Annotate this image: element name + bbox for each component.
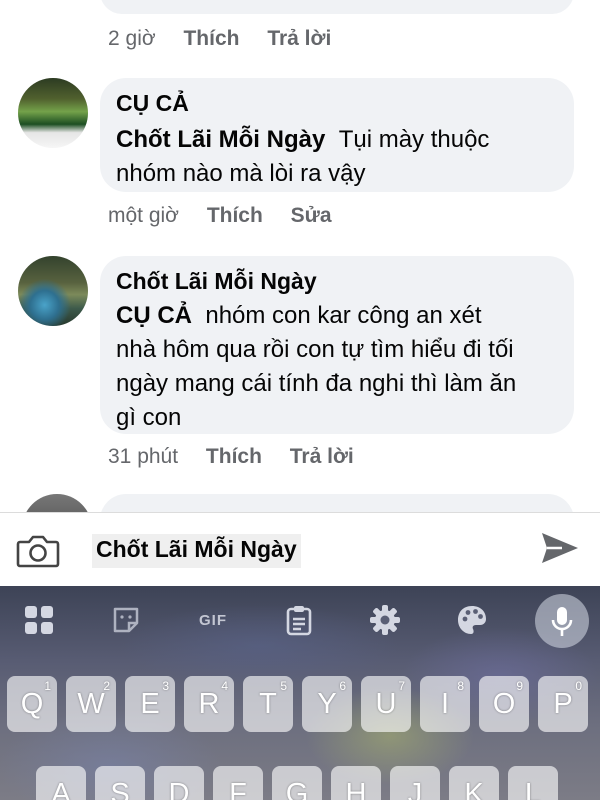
like-button[interactable]: Thích: [207, 204, 263, 227]
grid-icon-glyph: [25, 606, 53, 634]
avatar[interactable]: [18, 256, 88, 326]
key-i[interactable]: I8: [420, 676, 470, 732]
send-icon[interactable]: [540, 530, 580, 566]
comment-input[interactable]: Chốt Lãi Mỗi Ngày: [92, 534, 301, 568]
key-o[interactable]: O9: [479, 676, 529, 732]
camera-icon[interactable]: [16, 533, 60, 569]
comment-time: 2 giờ: [108, 27, 156, 50]
comment-meta: 2 giờ Thích Trả lời: [108, 27, 353, 51]
comment-text-line: ngày mang cái tính đa nghi thì làm ăn: [116, 370, 517, 397]
microphone-icon[interactable]: [549, 606, 575, 638]
comment-text: Chốt Lãi Mỗi Ngày Tụi mày thuộc nhóm nào…: [116, 123, 558, 191]
comment-text-line: nhóm nào mà lòi ra vậy: [116, 160, 366, 187]
grid-icon[interactable]: [22, 604, 56, 636]
key-label: T: [259, 687, 277, 720]
key-hint: 0: [575, 679, 582, 693]
edit-button[interactable]: Sửa: [291, 204, 332, 227]
key-hint: 8: [457, 679, 464, 693]
key-label: R: [198, 687, 220, 720]
comment-bubble[interactable]: Chốt Lãi Mỗi Ngày CỤ CẢ nhóm con kar côn…: [100, 256, 574, 434]
key-e[interactable]: E3: [125, 676, 175, 732]
clipboard-icon[interactable]: [284, 604, 314, 636]
mention-tag[interactable]: Chốt Lãi Mỗi Ngày: [116, 126, 325, 153]
key-hint: 4: [221, 679, 228, 693]
key-j[interactable]: J: [390, 766, 440, 800]
key-k[interactable]: K: [449, 766, 499, 800]
key-u[interactable]: U7: [361, 676, 411, 732]
comment-bubble[interactable]: tôm luôn: [100, 0, 574, 14]
like-button[interactable]: Thích: [183, 27, 239, 50]
comment-composer: Chốt Lãi Mỗi Ngày: [0, 512, 600, 586]
microphone-icon-glyph: [551, 607, 573, 636]
comment-author[interactable]: Chốt Lãi Mỗi Ngày: [116, 268, 558, 295]
comment-text-line: Tụi mày thuộc: [338, 126, 490, 153]
comment-author[interactable]: CỤ CẢ: [116, 90, 558, 117]
key-label: P: [553, 687, 573, 720]
like-button[interactable]: Thích: [206, 445, 262, 468]
gear-icon-glyph: [370, 605, 400, 635]
key-hint: 7: [398, 679, 405, 693]
palette-icon[interactable]: [455, 604, 489, 636]
key-g[interactable]: G: [272, 766, 322, 800]
gif-button[interactable]: GIF: [193, 604, 233, 636]
reply-button[interactable]: Trả lời: [290, 445, 354, 468]
key-hint: 9: [516, 679, 523, 693]
key-hint: 1: [44, 679, 51, 693]
key-hint: 5: [280, 679, 287, 693]
avatar[interactable]: [22, 494, 92, 512]
key-f[interactable]: F: [213, 766, 263, 800]
clipboard-icon-glyph: [286, 606, 312, 636]
gear-icon[interactable]: [368, 604, 402, 636]
comment-bubble[interactable]: CỤ CẢ Chốt Lãi Mỗi Ngày Tụi mày thuộc nh…: [100, 78, 574, 192]
key-r[interactable]: R4: [184, 676, 234, 732]
sticker-icon-glyph: [113, 607, 139, 633]
comment-time: một giờ: [108, 204, 179, 227]
comment-meta: một giờ Thích Sửa: [108, 204, 354, 228]
reply-button[interactable]: Trả lời: [267, 27, 331, 50]
key-y[interactable]: Y6: [302, 676, 352, 732]
key-label: Q: [20, 687, 44, 720]
key-label: U: [375, 687, 397, 720]
key-label: Y: [317, 687, 337, 720]
key-hint: 3: [162, 679, 169, 693]
key-h[interactable]: H: [331, 766, 381, 800]
key-hint: 2: [103, 679, 110, 693]
key-label: W: [77, 687, 105, 720]
key-hint: 6: [339, 679, 346, 693]
key-s[interactable]: S: [95, 766, 145, 800]
key-label: O: [492, 687, 516, 720]
comment-text-line: gì con: [116, 404, 182, 431]
palette-icon-glyph: [458, 606, 486, 634]
sticker-icon[interactable]: [110, 604, 142, 636]
key-label: I: [440, 687, 450, 720]
key-t[interactable]: T5: [243, 676, 293, 732]
avatar[interactable]: [18, 78, 88, 148]
key-d[interactable]: D: [154, 766, 204, 800]
comment-time: 31 phút: [108, 445, 179, 468]
key-p[interactable]: P0: [538, 676, 588, 732]
comment-meta: 31 phút Thích Trả lời: [108, 445, 376, 469]
mention-tag[interactable]: CỤ CẢ: [116, 302, 192, 329]
comment-text: tôm luôn: [116, 0, 208, 8]
key-label: E: [140, 687, 160, 720]
key-w[interactable]: W2: [66, 676, 116, 732]
key-q[interactable]: Q1: [7, 676, 57, 732]
comment-text-line: nhà hôm qua rồi con tự tìm hiểu đi tối: [116, 336, 514, 363]
key-l[interactable]: L: [508, 766, 558, 800]
comment-text-line: nhóm con kar công an xét: [205, 302, 482, 329]
key-a[interactable]: A: [36, 766, 86, 800]
on-screen-keyboard: G I F Q 1 W 2 E 3 R 4 T 5 Y 6 U 7 I 8 O 9 …: [0, 586, 600, 800]
comment-text: CỤ CẢ nhóm con kar công an xét nhà hôm q…: [116, 299, 558, 435]
comment-bubble[interactable]: [100, 494, 574, 512]
comment-thread: tôm luôn 2 giờ Thích Trả lời CỤ CẢ Chốt …: [0, 0, 600, 512]
